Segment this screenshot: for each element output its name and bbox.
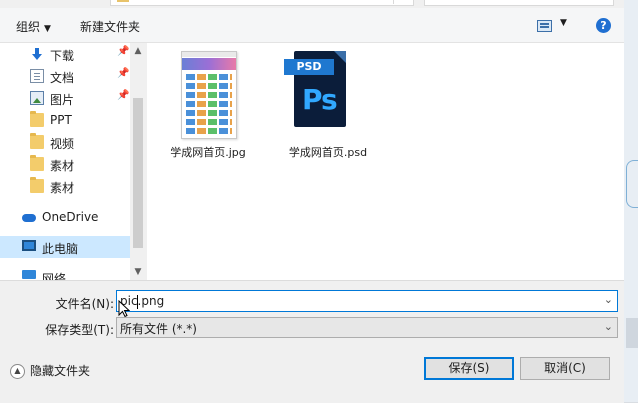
jpg-thumbnail (181, 51, 237, 139)
nav-item-ppt[interactable]: PPT (0, 109, 130, 131)
psd-badge: PSD (284, 59, 334, 75)
nav-item-pictures[interactable]: 图片 📌 (0, 87, 130, 109)
nav-item-label: 此电脑 (42, 242, 79, 256)
nav-item-material-2[interactable]: 素材 (0, 175, 130, 197)
nav-item-label: 素材 (50, 159, 75, 173)
network-icon (22, 270, 36, 279)
pictures-icon (30, 91, 44, 105)
filetype-select[interactable]: 所有文件 (*.*) ⌄ (116, 317, 618, 338)
save-as-dialog: 组织 ▼ 新建文件夹 ▼ ? 下载 📌 文档 📌 图片 📌 PPT 视频 素材 … (0, 0, 624, 403)
view-icon (537, 20, 552, 32)
chevron-down-icon[interactable]: ⌄ (604, 293, 613, 306)
nav-item-material-1[interactable]: 素材 (0, 153, 130, 175)
background-window-edge (624, 0, 638, 402)
search-box[interactable] (424, 0, 614, 6)
filetype-value: 所有文件 (*.*) (120, 322, 197, 336)
file-name: 学成网首页.jpg (170, 146, 246, 159)
folder-icon (30, 155, 44, 171)
nav-item-label: 网络 (42, 272, 67, 280)
caret-down-icon: ▼ (560, 18, 567, 28)
nav-item-label: OneDrive (42, 210, 99, 224)
hide-folders-label: 隐藏文件夹 (30, 364, 91, 378)
save-button[interactable]: 保存(S) (424, 357, 514, 380)
address-bar[interactable] (110, 0, 414, 6)
psd-file-icon[interactable]: PSD Ps (284, 45, 348, 127)
nav-item-videos[interactable]: 视频 (0, 131, 130, 153)
background-bar (626, 318, 638, 348)
organize-button[interactable]: 组织 ▼ (16, 18, 51, 35)
file-name[interactable]: 学成网首页.psd (278, 144, 378, 160)
filename-label: 文件名(N): (55, 297, 114, 311)
organize-label: 组织 (16, 20, 41, 34)
this-pc-icon (22, 240, 36, 251)
nav-item-label: PPT (50, 113, 72, 127)
filetype-label: 保存类型(T): (45, 323, 114, 337)
mouse-pointer-icon (118, 300, 130, 318)
scroll-down-icon[interactable]: ▼ (130, 264, 146, 280)
decorative-shape (626, 160, 638, 208)
save-form: 文件名(N): pic.png ⌄ 保存类型(T): 所有文件 (*.*) ⌄ … (0, 280, 624, 403)
nav-item-label: 图片 (50, 93, 75, 107)
nav-item-label: 视频 (50, 137, 75, 151)
nav-item-downloads[interactable]: 下载 📌 (0, 43, 130, 65)
chevron-down-icon: ⌄ (603, 320, 613, 333)
scroll-thumb[interactable] (133, 98, 143, 248)
pin-icon: 📌 (117, 68, 130, 79)
address-divider (393, 0, 394, 4)
top-strip (0, 0, 624, 6)
nav-item-onedrive[interactable]: OneDrive (0, 206, 130, 228)
new-folder-button[interactable]: 新建文件夹 (80, 18, 140, 35)
file-list: 学成网首页.jpg PSD Ps 学成网首页.psd (147, 43, 624, 280)
onedrive-icon (22, 214, 36, 222)
cancel-button[interactable]: 取消(C) (520, 357, 610, 380)
download-icon (32, 48, 42, 60)
nav-item-label: 文档 (50, 71, 75, 85)
pin-icon: 📌 (117, 46, 130, 57)
documents-icon (30, 69, 44, 83)
chevron-up-icon: ▲ (10, 364, 25, 379)
toolbar: 组织 ▼ 新建文件夹 ▼ ? (0, 8, 624, 43)
navigation-pane: 下载 📌 文档 📌 图片 📌 PPT 视频 素材 素材 OneDrive 此电脑… (0, 43, 146, 280)
folder-icon (30, 111, 44, 127)
folder-icon (117, 0, 129, 2)
nav-item-network[interactable]: 网络 (0, 266, 130, 280)
folder-icon (30, 177, 44, 193)
nav-scrollbar[interactable]: ▲ ▼ (130, 43, 146, 280)
filename-input[interactable]: pic.png ⌄ (116, 290, 618, 312)
text-cursor (137, 295, 138, 309)
nav-item-label: 下载 (50, 49, 75, 63)
help-button[interactable]: ? (596, 18, 611, 33)
change-view-button[interactable]: ▼ (537, 16, 573, 34)
nav-item-label: 素材 (50, 181, 75, 195)
caret-down-icon: ▼ (44, 24, 51, 34)
nav-item-this-pc[interactable]: 此电脑 (0, 236, 130, 258)
scroll-up-icon[interactable]: ▲ (130, 43, 146, 59)
nav-item-documents[interactable]: 文档 📌 (0, 65, 130, 87)
ps-logo: Ps (302, 83, 338, 116)
pin-icon: 📌 (117, 90, 130, 101)
hide-folders-toggle[interactable]: ▲ 隐藏文件夹 (10, 362, 90, 379)
folder-icon (30, 133, 44, 149)
